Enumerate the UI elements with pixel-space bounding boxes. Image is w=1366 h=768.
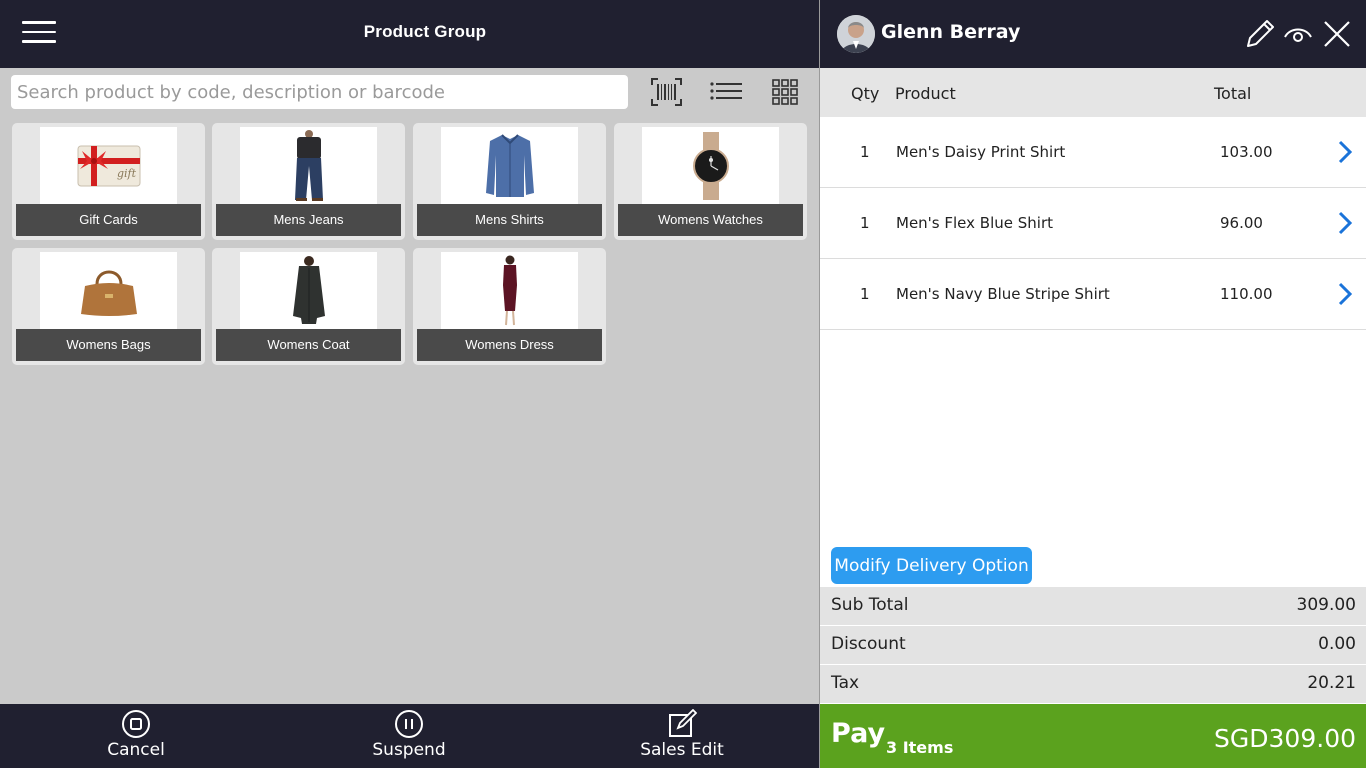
bottom-action-bar: Cancel Suspend Sales Edit [0,704,819,768]
gift-card-image: gift [40,127,177,204]
suspend-button[interactable]: Suspend [339,704,479,768]
cart-total: 103.00 [1220,143,1273,161]
cancel-button[interactable]: Cancel [66,704,206,768]
group-label: Womens Coat [216,329,401,361]
cart-product: Men's Daisy Print Shirt [896,143,1066,161]
jeans-image [240,127,377,204]
stop-icon [122,710,150,738]
tax-value: 20.21 [1307,673,1356,693]
group-tile-gift-cards[interactable]: gift Gift Cards [12,123,205,240]
qty-header: Qty [851,84,880,103]
suspend-label: Suspend [372,740,446,760]
cart-qty: 1 [860,214,870,232]
cart-panel: Glenn Berray Qty Product Total 1 Men's D… [820,0,1366,768]
discount-row: Discount 0.00 [820,626,1366,664]
cart-qty: 1 [860,285,870,303]
customer-name: Glenn Berray [881,21,1021,43]
chevron-right-icon[interactable] [1335,281,1355,307]
subtotal-value: 309.00 [1296,595,1356,615]
group-label: Mens Jeans [216,204,401,236]
group-label: Womens Watches [618,204,803,236]
edit-note-icon [669,709,697,737]
pay-label: Pay [831,718,886,749]
cart-product: Men's Flex Blue Shirt [896,214,1053,232]
cart-qty: 1 [860,143,870,161]
modify-delivery-button[interactable]: Modify Delivery Option [831,547,1032,584]
cart-column-headers: Qty Product Total [820,68,1366,117]
discount-label: Discount [831,634,906,654]
page-title: Product Group [363,22,487,41]
dress-image [441,252,578,329]
group-label: Womens Dress [417,329,602,361]
group-tile-mens-jeans[interactable]: Mens Jeans [212,123,405,240]
svg-text:gift: gift [117,167,137,180]
cart-row[interactable]: 1 Men's Flex Blue Shirt 96.00 [820,188,1366,259]
list-view-icon[interactable] [710,78,742,106]
search-input[interactable] [11,75,628,109]
tax-label: Tax [831,673,860,693]
cancel-label: Cancel [107,740,165,760]
coat-image [240,252,377,329]
discount-value: 0.00 [1318,634,1356,654]
shirt-image [441,127,578,204]
left-header: Product Group [0,0,819,68]
group-label: Womens Bags [16,329,201,361]
group-label: Mens Shirts [417,204,602,236]
watch-image [642,127,779,204]
cart-row[interactable]: 1 Men's Daisy Print Shirt 103.00 [820,117,1366,188]
product-header: Product [895,84,956,103]
subtotal-row: Sub Total 309.00 [820,587,1366,625]
sales-edit-button[interactable]: Sales Edit [612,704,752,768]
group-tile-womens-watches[interactable]: Womens Watches [614,123,807,240]
group-tile-womens-dress[interactable]: Womens Dress [413,248,606,365]
cart-total: 96.00 [1220,214,1263,232]
group-tile-womens-coat[interactable]: Womens Coat [212,248,405,365]
group-tile-womens-bags[interactable]: Womens Bags [12,248,205,365]
total-header: Total [1214,84,1252,103]
sales-edit-label: Sales Edit [640,740,724,760]
barcode-icon[interactable] [651,78,682,106]
tax-row: Tax 20.21 [820,665,1366,703]
chevron-right-icon[interactable] [1335,210,1355,236]
pay-total: SGD309.00 [1214,724,1356,753]
pause-icon [395,710,423,738]
customer-header: Glenn Berray [820,0,1366,68]
cart-product: Men's Navy Blue Stripe Shirt [896,285,1110,303]
pay-button[interactable]: Pay 3 Items SGD309.00 [820,704,1366,768]
eye-icon[interactable] [1282,18,1314,50]
subtotal-label: Sub Total [831,595,909,615]
grid-view-icon[interactable] [772,78,798,106]
pencil-icon[interactable] [1244,18,1276,50]
group-tile-mens-shirts[interactable]: Mens Shirts [413,123,606,240]
handbag-image [40,252,177,329]
close-icon[interactable] [1321,18,1353,50]
cart-total: 110.00 [1220,285,1273,303]
chevron-right-icon[interactable] [1335,139,1355,165]
cart-row[interactable]: 1 Men's Navy Blue Stripe Shirt 110.00 [820,259,1366,330]
group-label: Gift Cards [16,204,201,236]
avatar[interactable] [837,15,875,53]
product-panel: Product Group Search product by code, de… [0,0,819,768]
pay-item-count: 3 Items [886,738,954,757]
